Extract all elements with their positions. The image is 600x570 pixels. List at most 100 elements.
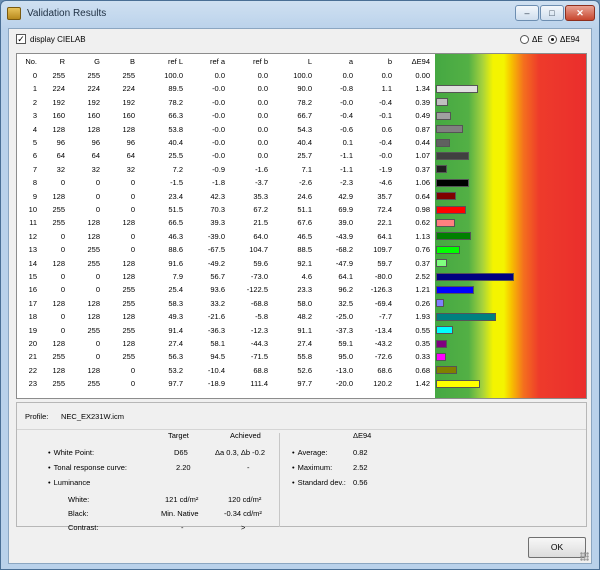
table-row[interactable]: 18 0 128 128 49.3 -21.6 -5.8 48.2 -25.0 -7.7 1.93	[17, 310, 435, 323]
table-row[interactable]: 10 255 0 0 51.5 70.3 67.2 51.1 69.9 72.4 0.98	[17, 203, 435, 216]
table-row[interactable]: 17 128 128 255 58.3 33.2 -68.8 58.0 32.5 -69.4 0.2…	[17, 297, 435, 310]
table-row[interactable]: 23 255 255 0 97.7 -18.9 111.4 97.7 -20.0 120.2 1.4…	[17, 377, 435, 390]
table-cell: 4.6	[301, 272, 312, 281]
title-bar[interactable]: Validation Results – □ ✕	[1, 1, 599, 27]
table-cell: 46.5	[297, 231, 312, 241]
table-cell: 128	[122, 258, 135, 268]
table-cell: 91.6	[168, 258, 183, 268]
table-cell: 120.2	[373, 379, 392, 389]
table-row[interactable]: 9 128 0 0 23.4 42.3 35.3 24.6 42.9 35.7 0.64	[17, 190, 435, 203]
table-row[interactable]: 11 255 128 128 66.5 39.3 21.5 67.6 39.0 22.1 0.62	[17, 216, 435, 229]
table-cell: 0	[60, 245, 65, 255]
table-row[interactable]: 13 0 255 0 88.6 -67.5 104.7 88.5 -68.2 109.7 0.76	[17, 243, 435, 256]
table-row[interactable]: 7 32 32 32 7.2 -0.9 -1.6 7.1 -1.1 -1.9 0.37	[17, 163, 435, 176]
options-bar: ✓ display CIELAB ΔE ΔE94	[9, 29, 593, 51]
table-row[interactable]: 2 192 192 192 78.2 -0.0 0.0 78.2 -0.0 -0.4 0.39	[17, 96, 435, 109]
ok-button[interactable]: OK	[528, 537, 586, 558]
summary-panel: Profile: NEC_EX231W.icm Target Achieved …	[16, 402, 587, 532]
table-cell: 128	[52, 124, 65, 134]
table-cell: -72.6	[374, 352, 392, 362]
table-cell: 0	[130, 205, 135, 214]
table-cell: -122.5	[246, 285, 268, 295]
table-cell: -47.9	[335, 258, 353, 268]
table-cell: 0.76	[415, 245, 430, 255]
table-cell: 88.5	[297, 245, 312, 255]
table-cell: 0	[60, 325, 65, 335]
table-cell: 0.0	[257, 97, 268, 107]
tonal-response-achieved: -	[247, 463, 250, 472]
table-cell: -0.0	[340, 97, 353, 107]
delta-e-bar	[436, 299, 445, 308]
table-row[interactable]: 20 128 0 128 27.4 58.1 -44.3 27.4 59.1 -43.2 0.35	[17, 337, 435, 350]
table-cell: 23	[28, 379, 37, 389]
luminance-label: Luminance	[48, 478, 91, 487]
table-cell: 0.00	[415, 71, 430, 80]
table-row[interactable]: 4 128 128 128 53.8 -0.0 0.0 54.3 -0.6 0.6 0.87	[17, 123, 435, 136]
radio-delta-e94-label: ΔE94	[560, 35, 580, 44]
column-header: L	[307, 57, 312, 66]
table-cell: 89.5	[168, 84, 183, 94]
table-cell: 0.1	[342, 138, 353, 147]
table-cell: -5.8	[255, 312, 268, 322]
validation-results-window: Validation Results – □ ✕ ✓ display CIELA…	[0, 0, 600, 570]
minimize-button[interactable]: –	[515, 5, 539, 21]
radio-delta-e94[interactable]	[548, 35, 557, 44]
maximize-button[interactable]: □	[540, 5, 564, 21]
table-cell: 160	[122, 111, 135, 121]
table-cell: 255	[52, 71, 65, 80]
table-row[interactable]: 3 160 160 160 66.3 -0.0 0.0 66.7 -0.4 -0.1 0.49	[17, 109, 435, 122]
radio-delta-e-option[interactable]: ΔE	[520, 35, 543, 44]
table-cell: 0	[130, 365, 135, 375]
app-icon	[7, 7, 21, 20]
table-cell: 22.1	[377, 218, 392, 228]
table-cell: -18.9	[207, 379, 225, 389]
table-row[interactable]: 0 255 255 255 100.0 0.0 0.0 100.0 0.0 0.0 0.00	[17, 69, 435, 82]
resize-grip[interactable]	[580, 552, 589, 561]
white-luminance-achieved: 120 cd/m²	[228, 495, 262, 504]
radio-delta-e[interactable]	[520, 35, 529, 44]
table-cell: 14	[28, 258, 37, 268]
table-row[interactable]: 5 96 96 96 40.4 -0.0 0.0 40.4 0.1 -0.4 0.44	[17, 136, 435, 149]
table-cell: 9	[32, 191, 37, 201]
table-cell: 64.1	[377, 231, 392, 241]
table-cell: 42.9	[338, 191, 353, 201]
table-cell: 12	[28, 231, 37, 241]
profile-label: Profile:	[25, 412, 49, 421]
table-cell: 0.39	[415, 97, 430, 107]
table-row[interactable]: 6 64 64 64 25.5 -0.0 0.0 25.7 -1.1 -0.0 1.07	[17, 149, 435, 162]
table-cell: 91.4	[168, 325, 183, 335]
column-header: ΔE94	[411, 57, 430, 66]
table-cell: -0.0	[212, 84, 225, 94]
display-cielab-option[interactable]: ✓ display CIELAB	[16, 34, 86, 44]
table-cell: 96	[91, 138, 100, 147]
close-button[interactable]: ✕	[565, 5, 595, 21]
table-cell: 15	[28, 272, 37, 281]
display-cielab-checkbox[interactable]: ✓	[16, 34, 26, 44]
table-cell: 128	[52, 258, 65, 268]
table-row[interactable]: 8 0 0 0 -1.5 -1.8 -3.7 -2.6 -2.3 -4.6 1.06	[17, 176, 435, 189]
table-cell: 0.98	[415, 205, 430, 214]
table-row[interactable]: 15 0 0 128 7.9 56.7 -73.0 4.6 64.1 -80.0 2.52	[17, 270, 435, 283]
table-row[interactable]: 22 128 128 0 53.2 -10.4 68.8 52.6 -13.0 68.6 0.68	[17, 364, 435, 377]
table-cell: 0.0	[257, 84, 268, 94]
table-row[interactable]: 14 128 255 128 91.6 -49.2 59.6 92.1 -47.9 59.7 0.3…	[17, 257, 435, 270]
table-row[interactable]: 16 0 0 255 25.4 93.6 -122.5 23.3 96.2 -126.3 1.21	[17, 283, 435, 296]
table-row[interactable]: 12 0 128 0 46.3 -39.0 64.0 46.5 -43.9 64.1 1.13	[17, 230, 435, 243]
table-cell: 58.1	[210, 339, 225, 348]
table-cell: 53.2	[168, 365, 183, 375]
table-cell: 40.4	[297, 138, 312, 147]
table-cell: 128	[87, 231, 100, 241]
summary-divider	[17, 429, 586, 430]
table-row[interactable]: 19 0 255 255 91.4 -36.3 -12.3 91.1 -37.3 -13.4 0.5…	[17, 324, 435, 337]
table-cell: 0	[60, 312, 65, 322]
table-cell: 0.49	[415, 111, 430, 121]
table-cell: 53.8	[168, 124, 183, 134]
table-cell: 128	[87, 218, 100, 228]
table-cell: 255	[122, 298, 135, 308]
table-cell: 224	[122, 84, 135, 94]
table-row[interactable]: 21 255 0 255 56.3 94.5 -71.5 55.8 95.0 -72.6 0.33	[17, 350, 435, 363]
table-cell: 91.1	[297, 325, 312, 335]
table-row[interactable]: 1 224 224 224 89.5 -0.0 0.0 90.0 -0.8 1.1 1.34	[17, 82, 435, 95]
table-cell: 52.6	[297, 365, 312, 375]
radio-delta-e94-option[interactable]: ΔE94	[548, 35, 580, 44]
